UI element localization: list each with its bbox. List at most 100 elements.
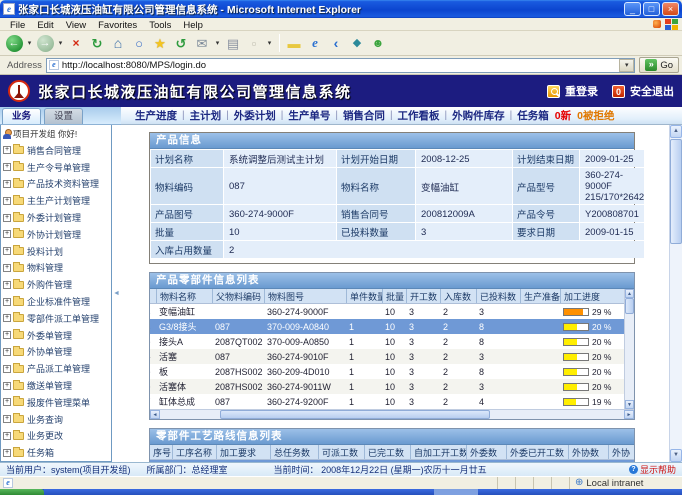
expand-icon[interactable]: +: [3, 382, 11, 390]
scroll-down-icon[interactable]: ▼: [670, 449, 682, 462]
tree-item-15[interactable]: +缴送单管理: [1, 377, 111, 394]
tree-item-17[interactable]: +业务查询: [1, 411, 111, 428]
print-button[interactable]: ▤: [223, 33, 243, 54]
expand-icon[interactable]: +: [3, 348, 11, 356]
menu-view[interactable]: View: [60, 20, 92, 31]
close-button[interactable]: ×: [662, 2, 679, 16]
tree-item-11[interactable]: +零部件派工单管理: [1, 310, 111, 327]
nav-item-6[interactable]: 工作看板: [398, 108, 440, 123]
expand-icon[interactable]: +: [3, 415, 11, 423]
tree-item-9[interactable]: +外购件管理: [1, 276, 111, 293]
home-button[interactable]: ⌂: [108, 33, 128, 54]
tab-settings[interactable]: 设置: [44, 108, 83, 124]
tab-business[interactable]: 业务: [2, 108, 41, 124]
notes-button[interactable]: ▬: [284, 33, 304, 54]
address-dropdown-button[interactable]: ▾: [619, 59, 634, 72]
tree-item-1[interactable]: +销售合同管理: [1, 142, 111, 159]
expand-icon[interactable]: +: [3, 298, 11, 306]
tree-item-14[interactable]: +产品派工单管理: [1, 360, 111, 377]
history-button[interactable]: ↺: [171, 33, 191, 54]
logout-button[interactable]: 0 安全退出: [612, 83, 674, 99]
nav-item-3[interactable]: 外委计划: [234, 108, 276, 123]
tree-item-8[interactable]: +物料管理: [1, 260, 111, 277]
scroll-down-icon[interactable]: ▼: [625, 400, 634, 409]
relogin-button[interactable]: 重登录: [547, 83, 598, 99]
parts-vertical-scrollbar[interactable]: ▲ ▼: [624, 289, 634, 409]
tree-item-19[interactable]: +任务箱: [1, 444, 111, 461]
scroll-up-icon[interactable]: ▲: [625, 289, 634, 298]
messenger-button[interactable]: ☻: [368, 33, 388, 54]
scroll-thumb[interactable]: [625, 298, 634, 314]
nav-item-1[interactable]: 生产进度: [135, 108, 177, 123]
nav-item-2[interactable]: 主计划: [190, 108, 222, 123]
tree-item-10[interactable]: +企业标准件管理: [1, 293, 111, 310]
refresh-button[interactable]: ↻: [87, 33, 107, 54]
parts-row-2[interactable]: 2G3/8接头087370-009-A084011032820 %: [150, 319, 624, 334]
minimize-button[interactable]: _: [624, 2, 641, 16]
nav-item-8[interactable]: 任务箱: [517, 108, 549, 123]
stop-button[interactable]: ×: [66, 33, 86, 54]
parts-row-1[interactable]: 1变幅油缸360-274-9000F1032329 %: [150, 304, 624, 319]
expand-icon[interactable]: +: [3, 264, 11, 272]
tree-item-3[interactable]: +产品技术资料管理: [1, 176, 111, 193]
parts-row-4[interactable]: 4活塞087360-274-9010F11032320 %: [150, 349, 624, 364]
edit-menu-button[interactable]: ▾: [265, 33, 274, 54]
expand-icon[interactable]: +: [3, 365, 11, 373]
start-button[interactable]: [0, 489, 44, 495]
back-menu-button[interactable]: ▾: [25, 33, 34, 54]
expand-icon[interactable]: +: [3, 314, 11, 322]
mail-button[interactable]: ✉: [192, 33, 212, 54]
search-button[interactable]: ○: [129, 33, 149, 54]
tree-item-13[interactable]: +外协单管理: [1, 344, 111, 361]
menu-favorites[interactable]: Favorites: [92, 20, 143, 31]
parts-row-6[interactable]: 6活塞体2087HS002360-274-9011W11032320 %: [150, 379, 624, 394]
parts-row-7[interactable]: 7缸体总成087360-274-9200F11032419 %: [150, 394, 624, 409]
expand-icon[interactable]: +: [3, 281, 11, 289]
expand-icon[interactable]: +: [3, 247, 11, 255]
expand-icon[interactable]: +: [3, 214, 11, 222]
parts-horizontal-scrollbar[interactable]: ◄ ►: [150, 409, 634, 419]
expand-icon[interactable]: +: [3, 331, 11, 339]
expand-icon[interactable]: +: [3, 398, 11, 406]
back-button[interactable]: ←: [4, 33, 24, 54]
tree-item-16[interactable]: +报废件管理菜单: [1, 394, 111, 411]
tree-item-5[interactable]: +外委计划管理: [1, 209, 111, 226]
parts-row-3[interactable]: 3接头A2087QT002370-009-A085011032820 %: [150, 334, 624, 349]
scroll-thumb[interactable]: [670, 139, 682, 244]
tree-item-7[interactable]: +投料计划: [1, 243, 111, 260]
nav-badge-2[interactable]: 0被拒绝: [577, 108, 614, 123]
forward-button[interactable]: →: [35, 33, 55, 54]
nav-badge-1[interactable]: 0新: [555, 108, 571, 123]
expand-icon[interactable]: +: [3, 449, 11, 457]
nav-item-7[interactable]: 外购件库存: [452, 108, 505, 123]
show-help-link[interactable]: ? 显示帮助: [629, 463, 676, 476]
scroll-up-icon[interactable]: ▲: [670, 125, 682, 138]
tree-item-6[interactable]: +外协计划管理: [1, 226, 111, 243]
forward-menu-button[interactable]: ▾: [56, 33, 65, 54]
browser-button[interactable]: e: [305, 33, 325, 54]
tree-item-4[interactable]: +主生产计划管理: [1, 192, 111, 209]
expand-icon[interactable]: +: [3, 230, 11, 238]
expand-icon[interactable]: +: [3, 197, 11, 205]
expand-icon[interactable]: +: [3, 146, 11, 154]
taskbar-button[interactable]: [434, 489, 478, 495]
tree-item-18[interactable]: +业务更改: [1, 428, 111, 445]
scroll-right-icon[interactable]: ►: [624, 410, 634, 419]
favorites-button[interactable]: ★: [150, 33, 170, 54]
mail-menu-button[interactable]: ▾: [213, 33, 222, 54]
menu-tools[interactable]: Tools: [143, 20, 177, 31]
menu-edit[interactable]: Edit: [31, 20, 59, 31]
menu-help[interactable]: Help: [177, 20, 209, 31]
edit-button[interactable]: ▫: [244, 33, 264, 54]
maximize-button[interactable]: □: [643, 2, 660, 16]
expand-icon[interactable]: +: [3, 432, 11, 440]
windows-taskbar[interactable]: [0, 489, 682, 495]
research-button[interactable]: ◆: [347, 33, 367, 54]
scroll-thumb[interactable]: [220, 410, 490, 419]
go-button[interactable]: » Go: [639, 57, 679, 73]
scroll-left-icon[interactable]: ◄: [150, 410, 160, 419]
frontpage-button[interactable]: ‹: [326, 33, 346, 54]
nav-item-4[interactable]: 生产单号: [288, 108, 330, 123]
main-vertical-scrollbar[interactable]: ▲ ▼: [669, 125, 682, 462]
sidebar-collapse-handle[interactable]: ◄: [112, 125, 121, 462]
